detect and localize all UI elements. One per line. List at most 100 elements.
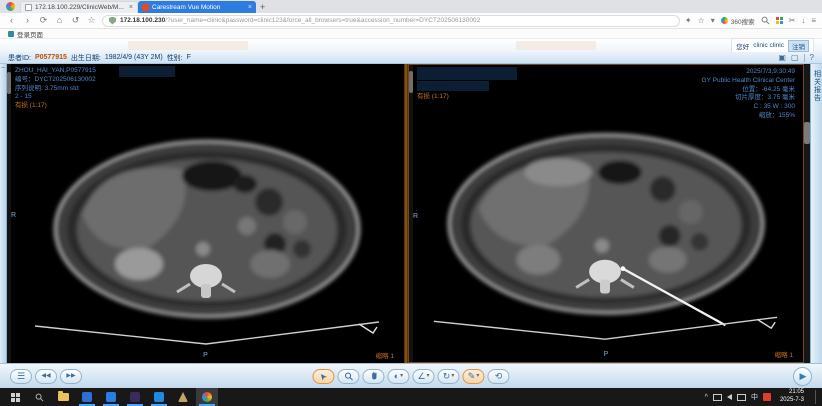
annotate-tool-button[interactable]: ✎▾ xyxy=(463,369,485,384)
url-path: /?user_name=clinic&password=clinic123&fo… xyxy=(165,17,480,24)
dropdown-icon[interactable]: ▾ xyxy=(476,373,479,379)
patient-id-value: P0577915 xyxy=(35,54,67,61)
app-icon xyxy=(106,392,116,402)
id-card-icon[interactable]: ▣ xyxy=(778,53,786,62)
home-icon[interactable]: ⌂ xyxy=(54,16,65,25)
taskbar-360-browser[interactable] xyxy=(196,388,218,406)
ime-tray-icon[interactable] xyxy=(763,393,771,401)
left-panel-collapse-strip[interactable]: − xyxy=(0,64,7,363)
right-scrollbar[interactable] xyxy=(804,64,810,363)
viewport-scrollbar[interactable] xyxy=(7,64,11,363)
history-icon[interactable]: ↺ xyxy=(70,16,81,25)
zoom-tool-button[interactable] xyxy=(337,369,359,384)
close-icon[interactable]: × xyxy=(129,4,133,11)
scrollbar-thumb[interactable] xyxy=(7,72,11,94)
taskbar-app-4[interactable] xyxy=(148,388,170,406)
next-icon: ▶▶ xyxy=(66,373,75,379)
right-overlay-lossy: 有损 (1:17) xyxy=(417,93,449,102)
pencil-icon: ✎ xyxy=(468,372,476,381)
help-icon[interactable]: ? xyxy=(810,53,814,62)
viewport-left[interactable]: ZHOU_HAI_YAN,P0577915 编号：DYCT20250613000… xyxy=(7,64,404,363)
reset-button[interactable]: ⟲ xyxy=(488,369,510,384)
address-bar[interactable]: 172.18.100.230/?user_name=clinic&passwor… xyxy=(102,15,680,27)
cine-play-button[interactable]: ▶ xyxy=(793,367,812,386)
patient-info-bar: 患者ID: P0577915 出生日期: 1982/4/9 (43Y 2M) 性… xyxy=(0,52,822,64)
orientation-marker-right: R xyxy=(413,213,418,220)
search-icon xyxy=(35,393,44,402)
reset-icon: ⟲ xyxy=(495,372,503,381)
next-series-button[interactable]: ▶▶ xyxy=(60,369,82,384)
previous-series-button[interactable]: ◀◀ xyxy=(35,369,57,384)
show-desktop-button[interactable] xyxy=(815,390,818,404)
start-button[interactable] xyxy=(4,388,26,406)
logout-button[interactable]: 注销 xyxy=(788,40,809,52)
orientation-marker-right: R xyxy=(11,212,16,219)
thumbnail-list-button[interactable]: ☰ xyxy=(10,369,32,384)
viewport-right[interactable]: 有损 (1:17) 2025/7/3,9:30:49 GY Public Hea… xyxy=(408,64,804,363)
scrollbar-thumb[interactable] xyxy=(804,122,810,144)
bookmark-login-page[interactable]: 登录页面 xyxy=(17,29,43,39)
screenshot-icon[interactable]: ✂ xyxy=(789,16,796,25)
taskbar-search-button[interactable] xyxy=(28,388,50,406)
rotate-tool-button[interactable]: ↻▾ xyxy=(438,369,460,384)
display-icon[interactable] xyxy=(713,394,722,401)
chevron-down-icon[interactable]: ▾ xyxy=(711,16,715,25)
lossy-compression-line: 有损 (1:17) xyxy=(417,93,449,102)
pan-tool-button[interactable] xyxy=(362,369,384,384)
taskbar-app-3[interactable] xyxy=(124,388,146,406)
navigation-group: ☰ ◀◀ ▶▶ xyxy=(10,369,82,384)
collapse-icon[interactable]: − xyxy=(1,64,5,363)
menu-icon[interactable]: ≡ xyxy=(811,16,816,25)
new-tab-button[interactable]: + xyxy=(260,2,265,12)
tab-title: 172.18.100.229/ClinicWeb/M... xyxy=(35,4,126,11)
search-engine-button[interactable]: 360搜索 xyxy=(721,16,755,26)
datetime-line: 2025/7/3,9:30:49 xyxy=(702,68,795,77)
previous-icon: ◀◀ xyxy=(41,373,50,379)
accession-line: 编号：DYCT202506130002 xyxy=(15,76,96,85)
volume-icon[interactable] xyxy=(727,394,732,400)
angle-icon: ∠ xyxy=(417,372,425,381)
measure-tool-button[interactable]: ∠▾ xyxy=(412,369,434,384)
taskbar-app-2[interactable] xyxy=(100,388,122,406)
ime-indicator[interactable]: 中 xyxy=(751,392,758,402)
browser-toolbar: ‹ › ⟳ ⌂ ↺ ☆ 172.18.100.230/?user_name=cl… xyxy=(0,13,822,29)
screen: 172.18.100.229/ClinicWeb/M... × Carestre… xyxy=(0,0,822,406)
dropdown-icon[interactable]: ▾ xyxy=(400,373,403,379)
taskbar-app-1[interactable] xyxy=(76,388,98,406)
refresh-icon[interactable]: ⟳ xyxy=(38,16,49,25)
close-icon[interactable]: × xyxy=(248,4,252,11)
search-icon[interactable] xyxy=(761,16,770,25)
redacted-watermark xyxy=(128,41,248,50)
hidden-icons-chevron[interactable]: ^ xyxy=(705,394,708,401)
apps-grid-icon[interactable] xyxy=(776,17,783,24)
related-reports-tab[interactable]: 相关报告 xyxy=(810,64,822,363)
360-browser-icon xyxy=(202,392,212,402)
tab-clinicweb[interactable]: 172.18.100.229/ClinicWeb/M... × xyxy=(20,1,138,13)
browser-logo-icon[interactable] xyxy=(6,2,15,11)
back-icon[interactable]: ‹ xyxy=(6,16,17,25)
window-level-button[interactable]: ◐▾ xyxy=(387,369,409,384)
fullscreen-icon[interactable]: ▢ xyxy=(791,53,799,62)
pointer-tool-button[interactable]: ➤ xyxy=(312,369,334,384)
slice-position-line: 位置：-64.25 毫米 xyxy=(702,86,795,95)
taskbar-clock[interactable]: 21:05 2025-7-3 xyxy=(776,389,808,405)
file-explorer-button[interactable] xyxy=(52,388,74,406)
sex-value: F xyxy=(187,54,191,61)
dob-value: 1982/4/9 (43Y 2M) xyxy=(105,54,163,61)
forward-icon[interactable]: › xyxy=(22,16,33,25)
download-icon[interactable]: ↓ xyxy=(801,16,805,25)
dob-label: 出生日期: xyxy=(71,53,101,63)
clock-time: 21:05 xyxy=(780,389,804,397)
tab-vue-motion[interactable]: Carestream Vue Motion × xyxy=(138,1,256,13)
app-icon xyxy=(178,392,188,402)
dropdown-icon[interactable]: ▾ xyxy=(451,373,454,379)
network-icon[interactable] xyxy=(737,394,746,401)
dropdown-icon[interactable]: ▾ xyxy=(427,373,430,379)
clock-date: 2025-7-3 xyxy=(780,397,804,405)
scrollbar-thumb[interactable] xyxy=(409,71,413,93)
viewport-scrollbar[interactable] xyxy=(409,65,413,362)
extension-icon[interactable]: ✦ xyxy=(685,16,692,25)
favorite-star-icon[interactable]: ☆ xyxy=(698,16,705,25)
bookmark-star-icon[interactable]: ☆ xyxy=(86,16,97,25)
taskbar-app-5[interactable] xyxy=(172,388,194,406)
